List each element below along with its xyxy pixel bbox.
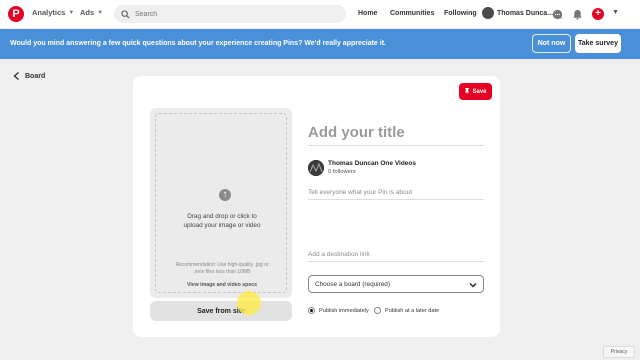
nav-home[interactable]: Home (358, 10, 377, 17)
chevron-left-icon (13, 72, 19, 80)
survey-message: Would you mind answering a few quick que… (10, 40, 386, 47)
save-button[interactable]: Save (459, 83, 492, 100)
radio-selected[interactable] (308, 307, 315, 314)
save-from-site-button[interactable]: Save from site (150, 301, 292, 321)
pinterest-logo-icon[interactable]: P (8, 6, 24, 22)
cursor-highlight (237, 291, 261, 315)
publish-later-option[interactable]: Publish at a later date (374, 307, 439, 314)
radio-unselected[interactable] (374, 307, 381, 314)
board-select-label: Choose a board (required) (315, 280, 390, 288)
publish-immediately-label: Publish immediately (319, 307, 369, 314)
upload-dropzone[interactable]: ↑ Drag and drop or click to upload your … (155, 113, 287, 293)
user-profile-link[interactable]: Thomas Dunca... (482, 7, 553, 19)
chevron-down-icon: ▼ (68, 9, 75, 16)
ads-dropdown[interactable]: Ads ▼ (80, 8, 103, 17)
privacy-badge[interactable]: Privacy (603, 346, 635, 358)
search-input[interactable] (135, 10, 335, 18)
avatar (482, 7, 494, 19)
messages-icon[interactable] (551, 8, 563, 20)
upload-instructions: Drag and drop or click to upload your im… (183, 213, 261, 229)
publish-later-label: Publish at a later date (385, 307, 440, 314)
publish-immediately-option[interactable]: Publish immediately (308, 307, 369, 314)
not-now-button[interactable]: Not now (532, 34, 571, 53)
create-plus-icon[interactable]: + (592, 8, 604, 20)
nav-following[interactable]: Following (444, 10, 477, 17)
search-bar[interactable] (114, 5, 346, 23)
upload-recommendation: Recommendation: Use high-quality .jpg or… (175, 262, 269, 275)
analytics-label: Analytics (32, 8, 66, 17)
owner-name: Thomas Duncan One Videos (328, 160, 417, 167)
save-label: Save (472, 88, 487, 95)
analytics-dropdown[interactable]: Analytics ▼ (32, 8, 74, 17)
back-to-board-link[interactable]: Board (13, 72, 45, 80)
description-input[interactable] (308, 186, 484, 200)
top-nav: P Analytics ▼ Ads ▼ Home Communities Fol… (0, 0, 640, 28)
user-name: Thomas Dunca... (497, 9, 554, 17)
title-input[interactable] (308, 120, 484, 146)
chevron-down-icon (469, 283, 477, 288)
destination-link-input[interactable] (308, 248, 484, 262)
notifications-icon[interactable] (571, 8, 583, 20)
nav-communities[interactable]: Communities (390, 10, 434, 17)
pin-builder-card: Save ↑ Drag and drop or click to upload … (133, 76, 500, 337)
search-icon (121, 9, 130, 19)
upload-specs-link[interactable]: View image and video specs (156, 282, 288, 288)
owner-followers: 0 followers (328, 169, 356, 175)
take-survey-button[interactable]: Take survey (575, 34, 621, 53)
back-label: Board (25, 72, 46, 80)
avatar (308, 160, 324, 176)
chevron-down-icon: ▼ (97, 9, 104, 16)
pin-icon (465, 88, 470, 95)
ads-label: Ads (80, 8, 95, 17)
upload-area[interactable]: ↑ Drag and drop or click to upload your … (150, 108, 292, 298)
survey-banner: Would you mind answering a few quick que… (0, 29, 640, 59)
board-select[interactable]: Choose a board (required) (308, 275, 484, 293)
account-chevron-down-icon[interactable]: ▼ (612, 9, 619, 16)
upload-arrow-icon: ↑ (219, 189, 231, 201)
